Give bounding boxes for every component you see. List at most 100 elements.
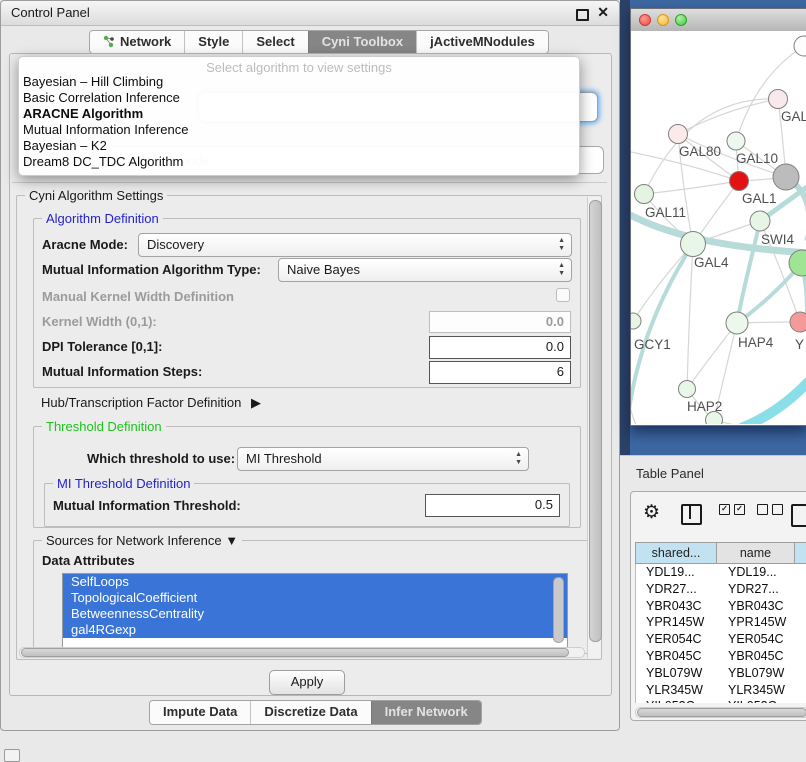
network-node[interactable] [635,185,654,204]
data-attribute-item[interactable]: gal4RGexp [63,622,567,638]
settings-vscroll-thumb[interactable] [589,200,602,642]
algorithm-option[interactable]: Bayesian – K2 [23,138,575,154]
dpi-tolerance-field[interactable]: 0.0 [429,336,571,359]
table-cell: 13 [796,564,806,581]
table-column-header[interactable]: shared... [635,542,717,564]
float-window-icon[interactable] [576,9,589,21]
table-cell: YER054C [718,631,796,648]
settings-hscroll-thumb[interactable] [21,648,569,657]
hub-definition-toggle[interactable]: Hub/Transcription Factor Definition ▶ [41,395,261,411]
table-cell: 9. [796,614,806,631]
separator-line [12,182,607,183]
algorithm-option[interactable]: ARACNE Algorithm [23,106,575,122]
aracne-mode-combo[interactable]: Discovery ▲▼ [138,233,572,257]
network-node[interactable] [773,164,799,190]
close-icon[interactable]: ✕ [597,4,609,21]
network-edge[interactable] [678,99,778,134]
mi-steps-field[interactable]: 6 [429,361,571,384]
apply-button[interactable]: Apply [269,670,345,695]
table-row[interactable]: YPR145WYPR145W9. [636,614,806,631]
table-cell: YBR045C [718,648,796,665]
mi-threshold-field[interactable]: 0.5 [425,494,560,517]
tab-cyni-toolbox[interactable]: Cyni Toolbox [308,31,416,53]
table-cell: YER054C [636,631,718,648]
network-node[interactable] [669,125,688,144]
table-cell: YBR043C [718,598,796,615]
table-row[interactable]: YBR045CYBR045C9. [636,648,806,665]
table-row[interactable]: YIL052CYIL052C9 [636,698,806,703]
network-node[interactable] [750,211,770,231]
table-cell: YPR145W [636,614,718,631]
table-hscroll-thumb[interactable] [637,708,806,717]
network-node-label: GAL11 [645,205,686,220]
table-row[interactable]: YDL19...YDL19...13 [636,564,806,581]
deselect-all-columns-icon[interactable] [757,504,783,515]
network-canvas[interactable]: GAL7GAL80GAL10GAL1GAL11GAL4SWI4GCY1HAP4Y… [631,31,806,424]
application-root: Control Panel ✕ Network Style Select Cyn… [0,0,806,762]
algorithm-option[interactable]: Mutual Information Inference [23,122,575,138]
tab-jactivemnodules[interactable]: jActiveMNodules [416,31,548,53]
mi-threshold-label: Mutual Information Threshold: [53,498,241,513]
minimized-panel-icon[interactable] [4,749,20,762]
combo-arrows-icon: ▲▼ [558,234,565,256]
form-view-icon[interactable] [791,504,806,527]
tab-style[interactable]: Style [184,31,242,53]
table-row[interactable]: YLR345WYLR345W9. [636,682,806,699]
table-column-header[interactable]: name [717,542,795,564]
tab-impute-data[interactable]: Impute Data [150,701,250,724]
network-graph: GAL7GAL80GAL10GAL1GAL11GAL4SWI4GCY1HAP4Y… [631,31,806,424]
network-node[interactable] [790,312,806,332]
algorithm-option[interactable]: Bayesian – Hill Climbing [23,74,575,90]
network-node[interactable] [681,232,706,257]
list-scrollbar-thumb[interactable] [553,577,564,643]
dropdown-placeholder: Select algorithm to view settings [19,60,579,75]
which-threshold-combo[interactable]: MI Threshold ▲▼ [237,447,529,471]
threshold-definition-title: Threshold Definition [42,419,166,434]
network-node[interactable] [730,172,749,191]
table-cell: 9. [796,648,806,665]
table-row[interactable]: YBR043CYBR043C [636,598,806,615]
network-edge[interactable] [741,381,806,424]
tab-infer-network[interactable]: Infer Network [371,701,481,724]
network-window-titlebar[interactable] [631,9,806,32]
data-attribute-item[interactable]: SelfLoops [63,574,567,590]
data-attributes-list[interactable]: SelfLoopsTopologicalCoefficientBetweenne… [62,573,568,649]
table-row[interactable]: YDR27...YDR27...12 [636,581,806,598]
network-node-label: Y [795,337,804,352]
table-row[interactable]: YBL079WYBL079W [636,665,806,682]
close-traffic-light-icon[interactable] [639,14,651,26]
algorithm-option[interactable]: Basic Correlation Inference [23,90,575,106]
mi-algorithm-type-combo[interactable]: Naive Bayes ▲▼ [278,258,572,282]
table-column-header[interactable]: A [795,542,806,564]
zoom-traffic-light-icon[interactable] [675,14,687,26]
data-attribute-item[interactable]: BetweennessCentrality [63,606,567,622]
algorithm-option[interactable]: Dream8 DC_TDC Algorithm [23,154,575,170]
minimize-traffic-light-icon[interactable] [657,14,669,26]
control-panel-titlebar[interactable]: Control Panel ✕ [1,1,619,26]
tab-discretize-data[interactable]: Discretize Data [250,701,370,724]
network-edge[interactable] [644,181,739,194]
columns-icon[interactable] [681,504,702,525]
select-all-columns-icon[interactable]: ✓✓ [719,504,745,515]
network-node[interactable] [794,36,806,56]
tab-select[interactable]: Select [242,31,307,53]
network-edge[interactable] [687,244,693,389]
gear-icon[interactable]: ⚙ [643,504,660,522]
network-node[interactable] [679,381,696,398]
network-node[interactable] [631,313,641,329]
settings-horizontal-scrollbar[interactable] [19,647,585,658]
network-node[interactable] [727,132,745,150]
table-header-row: shared...nameA [635,542,806,564]
network-node[interactable] [769,90,788,109]
table-cell: YBR043C [636,598,718,615]
kernel-width-field[interactable]: 0.0 [429,311,571,333]
sources-group-title[interactable]: Sources for Network Inference ▼ [42,533,242,548]
settings-vertical-scrollbar[interactable] [587,197,601,658]
tab-network[interactable]: Network [90,31,184,53]
network-node[interactable] [726,312,748,334]
manual-kernel-width-checkbox[interactable] [556,288,570,302]
table-horizontal-scrollbar[interactable] [635,707,806,718]
data-attribute-item[interactable]: TopologicalCoefficient [63,590,567,606]
cyni-bottom-tab-bar: Impute Data Discretize Data Infer Networ… [149,700,482,725]
table-row[interactable]: YER054CYER054C8. [636,631,806,648]
